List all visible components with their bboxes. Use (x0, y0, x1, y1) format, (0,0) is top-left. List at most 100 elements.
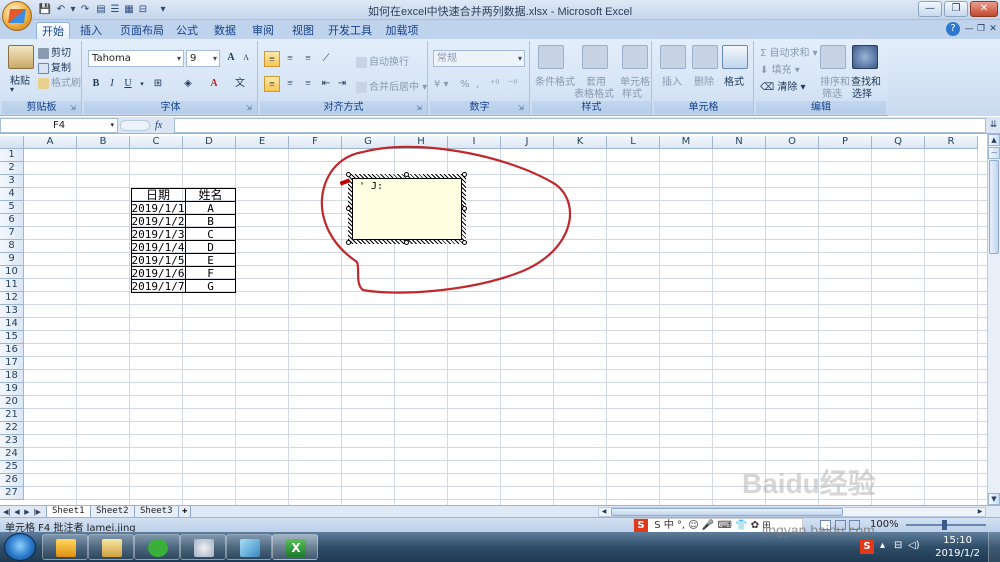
clipboard-launcher-icon[interactable]: ⇲ (70, 104, 78, 112)
table-cell[interactable]: 2019/1/7 (131, 280, 185, 293)
delete-cells-icon[interactable] (692, 45, 718, 69)
table-cell[interactable]: 2019/1/6 (131, 267, 185, 280)
cut-button[interactable]: 剪切 (38, 44, 71, 59)
grow-font-button[interactable]: A (223, 50, 239, 66)
row-header-14[interactable]: 14 (0, 318, 24, 331)
row-header-21[interactable]: 21 (0, 409, 24, 422)
table-cell[interactable]: F (185, 267, 236, 280)
fill-color-icon[interactable]: ◈ (180, 76, 196, 92)
row-header-19[interactable]: 19 (0, 383, 24, 396)
font-name-select[interactable]: Tahoma ▾ (88, 50, 184, 67)
clear-button[interactable]: ⌫ 清除 ▾ (760, 78, 806, 93)
vertical-scrollbar[interactable]: ▲ — ▼ (987, 134, 1000, 505)
fill-button[interactable]: ⬇ 填充 ▾ (760, 61, 800, 76)
sogou-icon[interactable]: S (634, 519, 648, 532)
font-launcher-icon[interactable]: ⇲ (246, 104, 254, 112)
borders-icon[interactable]: ⊞ (150, 76, 166, 92)
formula-expand-icon[interactable] (120, 120, 150, 131)
scroll-left-icon[interactable]: ◀ (599, 508, 609, 516)
row-header-15[interactable]: 15 (0, 331, 24, 344)
tray-expand-icon[interactable]: ▴ (880, 540, 885, 551)
row-header-1[interactable]: 1 (0, 149, 24, 162)
minimize-button[interactable]: — (918, 1, 942, 17)
column-header-d[interactable]: D (183, 136, 236, 149)
copy-button[interactable]: 复制 (38, 59, 71, 74)
comma-button[interactable]: , (476, 79, 479, 90)
table-cell[interactable]: 2019/1/4 (131, 241, 185, 254)
row-header-10[interactable]: 10 (0, 266, 24, 279)
scroll-up-icon[interactable]: ▲ (988, 134, 1000, 146)
table-cell[interactable]: 2019/1/5 (131, 254, 185, 267)
taskbar-app-excel[interactable]: X (272, 534, 318, 560)
table-format-button-line2[interactable]: 表格格式 (574, 85, 614, 100)
table-cell[interactable]: G (185, 280, 236, 293)
row-header-24[interactable]: 24 (0, 448, 24, 461)
column-header-q[interactable]: Q (872, 136, 925, 149)
number-format-select[interactable]: 常规 ▾ (433, 50, 525, 67)
insert-cells-button[interactable]: 插入 (662, 73, 682, 88)
scroll-down-icon[interactable]: ▼ (988, 493, 1000, 505)
row-header-4[interactable]: 4 (0, 188, 24, 201)
table-cell[interactable]: 2019/1/3 (131, 228, 185, 241)
workbook-close-icon[interactable]: ✕ (986, 22, 1000, 36)
row-header-25[interactable]: 25 (0, 461, 24, 474)
row-header-7[interactable]: 7 (0, 227, 24, 240)
column-header-m[interactable]: M (660, 136, 713, 149)
tab-view[interactable]: 视图 (288, 22, 318, 39)
row-header-18[interactable]: 18 (0, 370, 24, 383)
format-painter-button[interactable]: 格式刷 (38, 74, 81, 89)
tab-add-ins[interactable]: 加载项 (384, 22, 420, 39)
expand-formula-bar-icon[interactable]: ⇊ (988, 118, 999, 133)
table-format-icon[interactable] (582, 45, 608, 69)
taskbar-app-notes[interactable] (226, 534, 272, 560)
row-header-17[interactable]: 17 (0, 357, 24, 370)
align-right-button[interactable]: ≡ (300, 76, 316, 92)
zoom-slider-thumb[interactable] (942, 520, 947, 530)
column-header-l[interactable]: L (607, 136, 660, 149)
tab-formulas[interactable]: 公式 (172, 22, 202, 39)
align-center-button[interactable]: ≡ (282, 76, 298, 92)
tab-page-layout[interactable]: 页面布局 (114, 22, 170, 39)
network-icon[interactable]: ⊟ (894, 540, 902, 551)
paste-icon[interactable] (8, 45, 34, 69)
scroll-right-icon[interactable]: ▶ (975, 508, 985, 516)
clock-date[interactable]: 2019/1/2 (935, 548, 980, 559)
find-select-button-line2[interactable]: 选择 (852, 85, 872, 100)
decrease-decimal-icon[interactable]: ⁻⁰ (508, 79, 517, 90)
row-header-16[interactable]: 16 (0, 344, 24, 357)
office-button[interactable] (2, 1, 32, 31)
delete-cells-button[interactable]: 删除 (694, 73, 714, 88)
format-cells-icon[interactable] (722, 45, 748, 69)
percent-button[interactable]: % (460, 79, 470, 90)
column-header-r[interactable]: R (925, 136, 978, 149)
increase-decimal-icon[interactable]: ⁺⁰ (490, 79, 499, 90)
table-cell[interactable]: 2019/1/1 (131, 202, 185, 215)
taskbar-app-paint[interactable] (180, 534, 226, 560)
help-icon[interactable]: ? (946, 22, 960, 36)
horizontal-scroll-thumb[interactable] (611, 508, 843, 516)
row-header-22[interactable]: 22 (0, 422, 24, 435)
number-launcher-icon[interactable]: ⇲ (518, 104, 526, 112)
tab-home[interactable]: 开始 (36, 22, 70, 39)
row-header-13[interactable]: 13 (0, 305, 24, 318)
name-box[interactable]: F4 ▾ (0, 118, 118, 133)
font-color-icon[interactable]: A (206, 76, 222, 92)
worksheet-grid[interactable]: ABCDEFGHIJKLMNOPQR 1 2 3 4 5 6 7 8 9 10 11 12 13 14 15… (0, 136, 987, 505)
row-header-27[interactable]: 27 (0, 487, 24, 500)
column-header-a[interactable]: A (24, 136, 77, 149)
table-header-cell[interactable]: 日期 (131, 189, 185, 202)
conditional-format-button[interactable]: 条件格式 (535, 73, 575, 88)
align-top-button[interactable]: ≡ (264, 51, 280, 67)
format-cells-button[interactable]: 格式 (724, 73, 744, 88)
column-header-n[interactable]: N (713, 136, 766, 149)
taskbar-app-explorer[interactable] (88, 534, 134, 560)
row-header-26[interactable]: 26 (0, 474, 24, 487)
column-header-e[interactable]: E (236, 136, 289, 149)
column-header-c[interactable]: C (130, 136, 183, 149)
split-box-icon[interactable]: — (988, 147, 1000, 159)
row-header-11[interactable]: 11 (0, 279, 24, 292)
table-cell[interactable]: C (185, 228, 236, 241)
sort-filter-button-line2[interactable]: 筛选 (822, 85, 842, 100)
increase-indent-button[interactable]: ⇥ (334, 76, 350, 92)
vertical-scroll-thumb[interactable] (989, 160, 999, 254)
